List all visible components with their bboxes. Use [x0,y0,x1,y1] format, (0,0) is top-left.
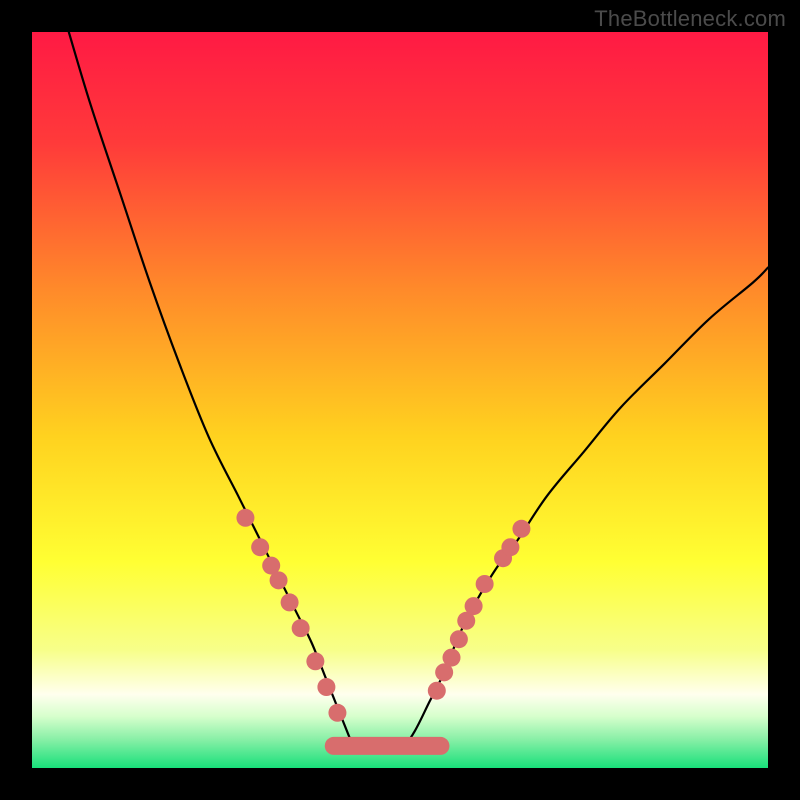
watermark-text: TheBottleneck.com [594,6,786,32]
marker-dot [292,619,310,637]
marker-dot [428,682,446,700]
marker-dot [443,649,461,667]
marker-dot [476,575,494,593]
marker-dot [281,593,299,611]
marker-dot [512,520,530,538]
chart-svg [32,32,768,768]
chart-container: TheBottleneck.com [0,0,800,800]
plot-area [32,32,768,768]
marker-dot [450,630,468,648]
marker-dot [501,538,519,556]
marker-dot [270,571,288,589]
marker-dot [251,538,269,556]
marker-dot [236,509,254,527]
marker-dot [328,704,346,722]
marker-dot [465,597,483,615]
marker-dot [317,678,335,696]
gradient-bg [32,32,768,768]
marker-dot [306,652,324,670]
